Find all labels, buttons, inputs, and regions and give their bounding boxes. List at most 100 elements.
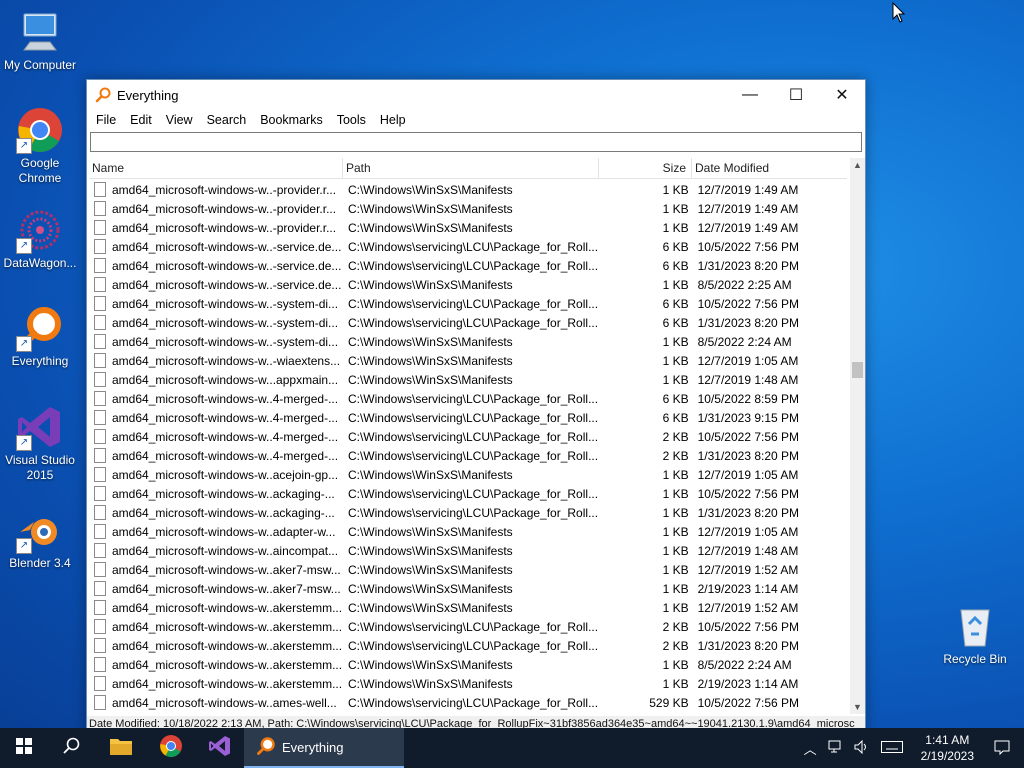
table-row[interactable]: amd64_microsoft-windows-w..ames-well... C…	[89, 693, 847, 712]
file-icon	[94, 372, 106, 387]
menu-view[interactable]: View	[159, 113, 200, 127]
file-name: amd64_microsoft-windows-w..aker7-msw...	[112, 562, 341, 577]
close-button[interactable]: ✕	[819, 80, 865, 110]
table-row[interactable]: amd64_microsoft-windows-w..-wiaextens...…	[89, 351, 847, 370]
table-row[interactable]: amd64_microsoft-windows-w..aincompat... C…	[89, 541, 847, 560]
table-row[interactable]: amd64_microsoft-windows-w..ackaging-... C…	[89, 484, 847, 503]
menu-search[interactable]: Search	[200, 113, 254, 127]
table-row[interactable]: amd64_microsoft-windows-w..-service.de..…	[89, 275, 847, 294]
minimize-icon: —	[742, 86, 758, 103]
file-name-cell: amd64_microsoft-windows-w..4-merged-...	[89, 410, 345, 425]
network-icon[interactable]	[823, 740, 849, 757]
table-row[interactable]: amd64_microsoft-windows-w..-provider.r..…	[89, 180, 847, 199]
taskbar-chrome[interactable]	[146, 728, 196, 768]
file-icon	[94, 239, 106, 254]
file-name: amd64_microsoft-windows-w..acejoin-gp...	[112, 467, 339, 482]
desktop-icon-google-chrome[interactable]: ↗ Google Chrome	[0, 106, 80, 186]
size-cell: 1 KB	[662, 201, 689, 216]
file-icon	[94, 258, 106, 273]
chevron-up-icon[interactable]: ︿	[798, 739, 823, 758]
table-row[interactable]: amd64_microsoft-windows-w..akerstemm... C…	[89, 598, 847, 617]
menu-tools[interactable]: Tools	[330, 113, 373, 127]
table-row[interactable]: amd64_microsoft-windows-w..4-merged-... C…	[89, 408, 847, 427]
file-icon	[94, 676, 106, 691]
desktop-icon-blender[interactable]: ↗ Blender 3.4	[0, 506, 80, 571]
table-row[interactable]: amd64_microsoft-windows-w..-system-di...…	[89, 294, 847, 313]
file-name-cell: amd64_microsoft-windows-w..ackaging-...	[89, 505, 345, 520]
menu-file[interactable]: File	[89, 113, 123, 127]
notification-icon[interactable]	[986, 739, 1024, 758]
table-row[interactable]: amd64_microsoft-windows-w..-service.de..…	[89, 237, 847, 256]
scroll-up-icon[interactable]: ▲	[850, 158, 865, 172]
scrollbar-thumb[interactable]	[852, 362, 863, 378]
table-row[interactable]: amd64_microsoft-windows-w..-provider.r..…	[89, 218, 847, 237]
table-row[interactable]: amd64_microsoft-windows-w..aker7-msw... C…	[89, 579, 847, 598]
column-header-size[interactable]: Size	[599, 158, 692, 178]
taskbar-search-button[interactable]	[48, 728, 96, 768]
desktop-icon-recycle-bin[interactable]: Recycle Bin	[935, 602, 1015, 667]
file-name: amd64_microsoft-windows-w..akerstemm...	[112, 600, 343, 615]
table-row[interactable]: amd64_microsoft-windows-w..4-merged-... C…	[89, 446, 847, 465]
scroll-down-icon[interactable]: ▼	[850, 700, 865, 714]
size-cell: 1 KB	[662, 277, 689, 292]
path-cell: C:\Windows\servicing\LCU\Package_for_Rol…	[347, 315, 599, 330]
table-row[interactable]: amd64_microsoft-windows-w..akerstemm... C…	[89, 674, 847, 693]
date-modified-cell: 12/7/2019 1:48 AM	[697, 543, 799, 558]
shortcut-arrow-icon: ↗	[16, 238, 32, 254]
file-icon	[94, 600, 106, 615]
menu-edit[interactable]: Edit	[123, 113, 159, 127]
table-row[interactable]: amd64_microsoft-windows-w..-service.de..…	[89, 256, 847, 275]
table-row[interactable]: amd64_microsoft-windows-w..akerstemm... C…	[89, 636, 847, 655]
table-row[interactable]: amd64_microsoft-windows-w..-system-di...…	[89, 313, 847, 332]
close-icon: ✕	[835, 87, 849, 104]
desktop-icon-datawagon[interactable]: ↗ DataWagon...	[0, 206, 80, 271]
desktop-icon-my-computer[interactable]: My Computer	[0, 8, 80, 73]
table-row[interactable]: amd64_microsoft-windows-w..adapter-w... C…	[89, 522, 847, 541]
file-icon	[94, 505, 106, 520]
minimize-button[interactable]: —	[727, 80, 773, 110]
taskbar-visual-studio[interactable]	[196, 728, 244, 768]
size-cell: 6 KB	[662, 315, 689, 330]
size-cell: 1 KB	[662, 524, 689, 539]
everything-window: Everything — ☐ ✕ File Edit View Search B…	[86, 79, 866, 733]
date-modified-cell: 1/31/2023 8:20 PM	[697, 258, 800, 273]
title-bar[interactable]: Everything — ☐ ✕	[87, 80, 865, 110]
file-icon	[94, 486, 106, 501]
menu-help[interactable]: Help	[373, 113, 413, 127]
path-cell: C:\Windows\servicing\LCU\Package_for_Rol…	[347, 429, 599, 444]
file-icon	[94, 353, 106, 368]
taskbar-file-explorer[interactable]	[96, 728, 146, 768]
desktop-icon-visual-studio[interactable]: ↗ Visual Studio 2015	[0, 403, 80, 483]
table-row[interactable]: amd64_microsoft-windows-w..akerstemm... C…	[89, 617, 847, 636]
file-name-cell: amd64_microsoft-windows-w..-service.de..…	[89, 277, 345, 292]
menu-bookmarks[interactable]: Bookmarks	[253, 113, 330, 127]
path-cell: C:\Windows\WinSxS\Manifests	[347, 524, 513, 539]
file-name-cell: amd64_microsoft-windows-w..aker7-msw...	[89, 562, 345, 577]
start-button[interactable]	[0, 728, 48, 768]
column-header-name[interactable]: Name	[89, 158, 343, 178]
desktop-icon-everything[interactable]: ↗ Everything	[0, 304, 80, 369]
table-row[interactable]: amd64_microsoft-windows-w...appxmain... C…	[89, 370, 847, 389]
clock[interactable]: 1:41 AM 2/19/2023	[909, 732, 986, 764]
table-row[interactable]: amd64_microsoft-windows-w..akerstemm... C…	[89, 655, 847, 674]
column-header: Name Path Size Date Modified	[89, 158, 847, 179]
taskbar-everything[interactable]: Everything	[244, 728, 404, 768]
chrome-icon	[159, 734, 183, 763]
table-row[interactable]: amd64_microsoft-windows-w..aker7-msw... C…	[89, 560, 847, 579]
keyboard-icon[interactable]	[875, 740, 909, 756]
search-input[interactable]	[90, 132, 862, 152]
volume-icon[interactable]	[849, 739, 875, 757]
table-row[interactable]: amd64_microsoft-windows-w..-system-di...…	[89, 332, 847, 351]
visual-studio-icon: ↗	[16, 403, 64, 451]
vertical-scrollbar[interactable]: ▲ ▼	[850, 158, 865, 714]
column-header-path[interactable]: Path	[343, 158, 599, 178]
table-row[interactable]: amd64_microsoft-windows-w..-provider.r..…	[89, 199, 847, 218]
table-row[interactable]: amd64_microsoft-windows-w..4-merged-... C…	[89, 389, 847, 408]
table-row[interactable]: amd64_microsoft-windows-w..ackaging-... C…	[89, 503, 847, 522]
maximize-button[interactable]: ☐	[773, 80, 819, 110]
table-row[interactable]: amd64_microsoft-windows-w..acejoin-gp...…	[89, 465, 847, 484]
maximize-icon: ☐	[788, 87, 804, 104]
date-modified-cell: 12/7/2019 1:52 AM	[697, 562, 799, 577]
column-header-date-modified[interactable]: Date Modified	[692, 158, 847, 178]
table-row[interactable]: amd64_microsoft-windows-w..4-merged-... C…	[89, 427, 847, 446]
